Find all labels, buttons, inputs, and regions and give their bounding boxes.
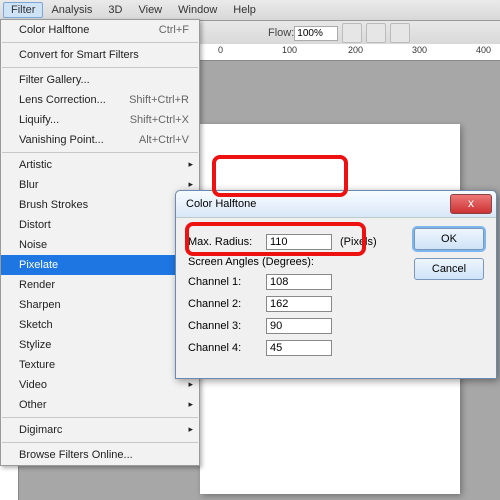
- toolbar-btn-1[interactable]: [342, 23, 362, 43]
- close-icon[interactable]: x: [450, 194, 492, 214]
- ch1-label: Channel 1:: [188, 276, 266, 288]
- ch2-label: Channel 2:: [188, 298, 266, 310]
- toolbar-btn-3[interactable]: [390, 23, 410, 43]
- fm-digimarc[interactable]: Digimarc: [1, 420, 199, 440]
- ruler-tick: 400: [476, 45, 491, 55]
- ok-button[interactable]: OK: [414, 228, 484, 250]
- fm-sketch[interactable]: Sketch: [1, 315, 199, 335]
- color-halftone-dialog: Color Halftone x Max. Radius: (Pixels) S…: [175, 190, 497, 379]
- cancel-button[interactable]: Cancel: [414, 258, 484, 280]
- fm-last[interactable]: Color HalftoneCtrl+F: [1, 20, 199, 40]
- fm-vanish[interactable]: Vanishing Point...Alt+Ctrl+V: [1, 130, 199, 150]
- fm-noise[interactable]: Noise: [1, 235, 199, 255]
- fm-distort[interactable]: Distort: [1, 215, 199, 235]
- fm-browse[interactable]: Browse Filters Online...: [1, 445, 199, 465]
- ch1-input[interactable]: [266, 274, 332, 290]
- ch2-input[interactable]: [266, 296, 332, 312]
- menu-window[interactable]: Window: [170, 2, 225, 18]
- pixels-label: (Pixels): [340, 236, 377, 248]
- fm-other[interactable]: Other: [1, 395, 199, 415]
- max-radius-label: Max. Radius:: [188, 236, 266, 248]
- max-radius-input[interactable]: [266, 234, 332, 250]
- filter-dropdown[interactable]: Color HalftoneCtrl+F Convert for Smart F…: [0, 19, 200, 466]
- fm-brush[interactable]: Brush Strokes: [1, 195, 199, 215]
- fm-liquify[interactable]: Liquify...Shift+Ctrl+X: [1, 110, 199, 130]
- menu-3d[interactable]: 3D: [100, 2, 130, 18]
- dialog-title: Color Halftone: [186, 198, 256, 210]
- ch4-label: Channel 4:: [188, 342, 266, 354]
- fm-sharpen[interactable]: Sharpen: [1, 295, 199, 315]
- fm-gallery[interactable]: Filter Gallery...: [1, 70, 199, 90]
- fm-artistic[interactable]: Artistic: [1, 155, 199, 175]
- fm-lens[interactable]: Lens Correction...Shift+Ctrl+R: [1, 90, 199, 110]
- menu-analysis[interactable]: Analysis: [43, 2, 100, 18]
- fm-smart[interactable]: Convert for Smart Filters: [1, 45, 199, 65]
- ruler-tick: 300: [412, 45, 427, 55]
- ch3-label: Channel 3:: [188, 320, 266, 332]
- ruler-tick: 0: [218, 45, 223, 55]
- fm-blur[interactable]: Blur: [1, 175, 199, 195]
- fm-pixelate[interactable]: Pixelate: [1, 255, 199, 275]
- separator: [2, 67, 198, 68]
- separator: [2, 152, 198, 153]
- ruler-tick: 100: [282, 45, 297, 55]
- separator: [2, 42, 198, 43]
- ch3-input[interactable]: [266, 318, 332, 334]
- separator: [2, 417, 198, 418]
- ruler-tick: 200: [348, 45, 363, 55]
- fm-render[interactable]: Render: [1, 275, 199, 295]
- menu-view[interactable]: View: [130, 2, 170, 18]
- menu-filter[interactable]: Filter: [3, 2, 43, 18]
- fm-texture[interactable]: Texture: [1, 355, 199, 375]
- fm-video[interactable]: Video: [1, 375, 199, 395]
- dialog-titlebar[interactable]: Color Halftone x: [176, 191, 496, 218]
- flow-label: Flow:: [268, 27, 294, 39]
- menu-help[interactable]: Help: [225, 2, 264, 18]
- ch4-input[interactable]: [266, 340, 332, 356]
- fm-stylize[interactable]: Stylize: [1, 335, 199, 355]
- flow-input[interactable]: [294, 26, 338, 41]
- toolbar-btn-2[interactable]: [366, 23, 386, 43]
- separator: [2, 442, 198, 443]
